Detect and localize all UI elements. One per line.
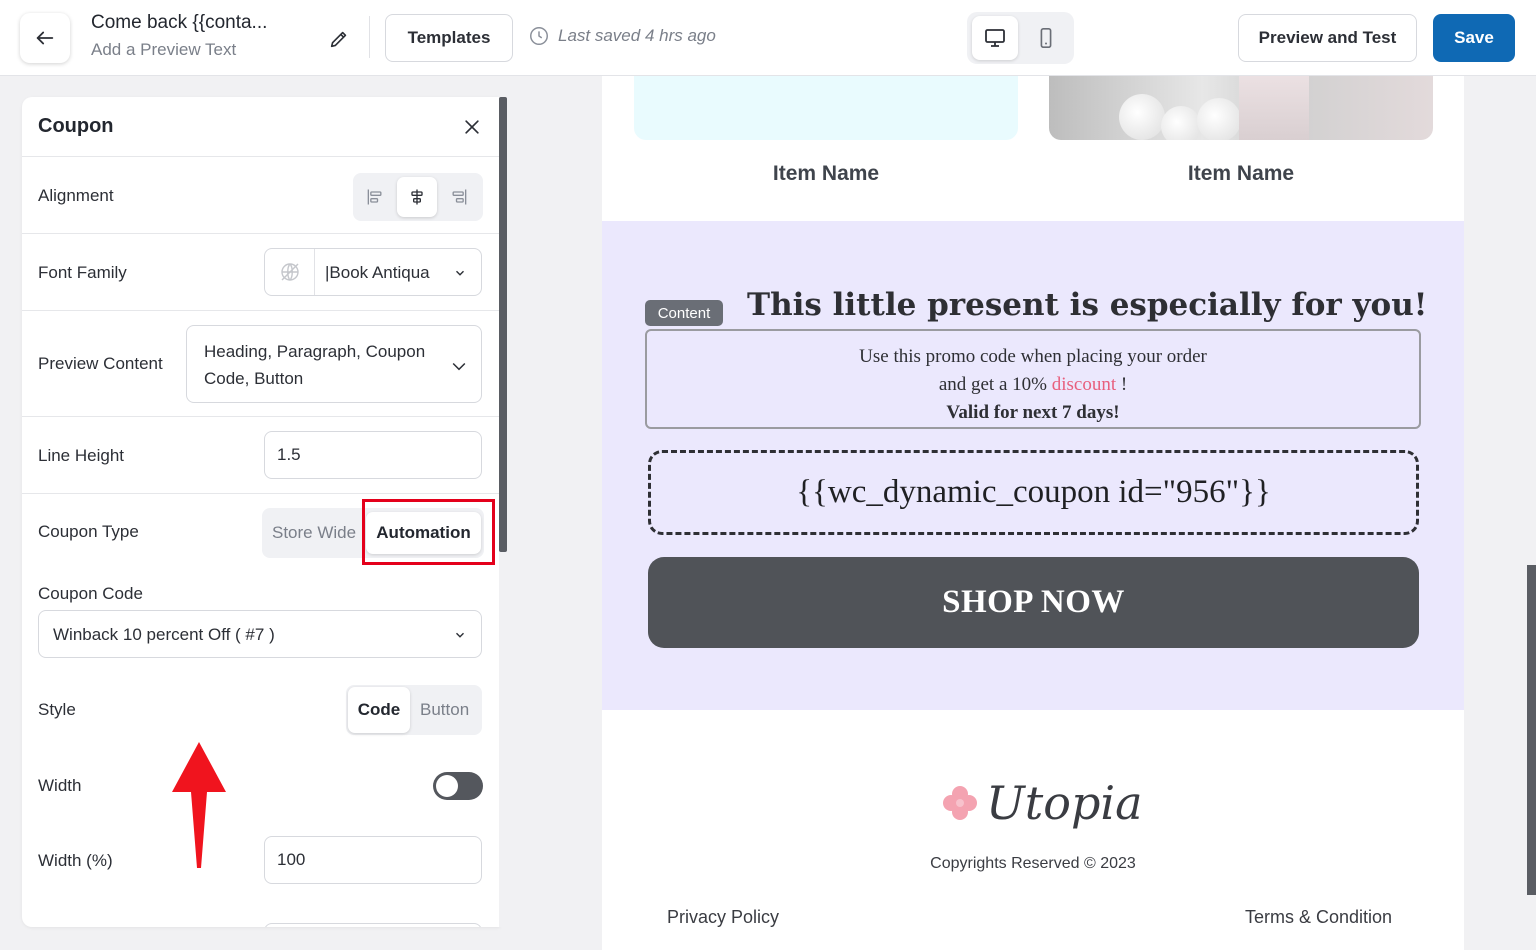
font-family-value: |Book Antiqua bbox=[325, 263, 430, 282]
line-height-input[interactable]: 1.5 bbox=[264, 431, 482, 479]
discount-link[interactable]: discount bbox=[1052, 374, 1116, 395]
terms-link[interactable]: Terms & Condition bbox=[1245, 907, 1392, 928]
arrow-left-icon bbox=[36, 31, 54, 45]
content-tag: Content bbox=[645, 300, 723, 326]
copyright-text: Copyrights Reserved © 2023 bbox=[930, 855, 1136, 872]
coupon-paragraph[interactable]: Use this promo code when placing your or… bbox=[645, 329, 1421, 429]
chevron-down-icon bbox=[456, 632, 464, 638]
item-name[interactable]: Item Name bbox=[634, 162, 1018, 186]
privacy-policy-link[interactable]: Privacy Policy bbox=[667, 907, 779, 928]
product-image[interactable] bbox=[1049, 76, 1433, 140]
toggle-knob bbox=[436, 775, 458, 797]
cotton-ball bbox=[1161, 106, 1201, 140]
last-saved-text: Last saved 4 hrs ago bbox=[558, 26, 716, 45]
preview-content-row: Preview Content Heading, Paragraph, Coup… bbox=[22, 311, 500, 417]
style-code-option[interactable]: Code bbox=[348, 687, 410, 733]
divider bbox=[369, 16, 370, 58]
align-right-icon bbox=[452, 189, 467, 205]
alignment-label: Alignment bbox=[38, 186, 114, 205]
alignment-row: Alignment bbox=[22, 157, 500, 234]
width-percent-label: Width (%) bbox=[38, 851, 113, 870]
align-center-icon bbox=[411, 189, 423, 205]
save-button[interactable]: Save bbox=[1433, 14, 1515, 62]
campaign-title[interactable]: Come back {{conta... bbox=[91, 12, 267, 34]
clock-icon bbox=[530, 27, 548, 45]
coupon-code-box[interactable]: {{wc_dynamic_coupon id="956"}} bbox=[648, 450, 1419, 535]
brand-name: Utopia bbox=[986, 776, 1143, 830]
align-right-button[interactable] bbox=[439, 177, 479, 217]
preview-content-select[interactable]: Heading, Paragraph, Coupon Code, Button bbox=[186, 325, 482, 403]
panel-title: Coupon bbox=[38, 115, 114, 137]
chevron-down-icon bbox=[456, 270, 464, 276]
next-field-input[interactable] bbox=[264, 923, 482, 927]
item-name[interactable]: Item Name bbox=[1049, 162, 1433, 186]
font-family-row: Font Family |Book Antiqua bbox=[22, 234, 500, 311]
line-height-row: Line Height 1.5 bbox=[22, 417, 500, 494]
width-toggle[interactable] bbox=[433, 772, 483, 800]
top-bar: Come back {{conta... Add a Preview Text … bbox=[0, 0, 1536, 76]
desktop-view-button[interactable] bbox=[972, 16, 1018, 60]
font-family-text: Book Antiqua bbox=[329, 263, 430, 282]
font-family-select[interactable]: |Book Antiqua bbox=[264, 248, 482, 296]
mobile-icon bbox=[1040, 28, 1052, 48]
paragraph-line: Use this promo code when placing your or… bbox=[859, 346, 1207, 367]
highlight-annotation bbox=[362, 499, 495, 565]
coupon-settings-panel: Coupon Alignment Font Family |Book Antiq… bbox=[22, 97, 500, 927]
style-button-option[interactable]: Button bbox=[420, 700, 469, 720]
templates-button[interactable]: Templates bbox=[385, 14, 513, 62]
font-web-toggle[interactable] bbox=[265, 249, 315, 295]
campaign-title-block: Come back {{conta... Add a Preview Text bbox=[91, 12, 267, 60]
pencil-icon bbox=[330, 31, 347, 48]
mobile-view-button[interactable] bbox=[1023, 16, 1069, 60]
preview-content-label: Preview Content bbox=[38, 354, 163, 373]
preview-text[interactable]: Add a Preview Text bbox=[91, 40, 267, 60]
product-image[interactable] bbox=[634, 76, 1018, 140]
coupon-heading[interactable]: This little present is especially for yo… bbox=[747, 287, 1427, 323]
coupon-code-label: Coupon Code bbox=[38, 584, 143, 603]
alignment-control bbox=[353, 173, 483, 221]
paragraph-line: Valid for next 7 days! bbox=[946, 402, 1120, 423]
cotton-ball bbox=[1197, 98, 1241, 140]
preview-and-test-button[interactable]: Preview and Test bbox=[1238, 14, 1417, 62]
panel-header: Coupon bbox=[22, 97, 500, 157]
device-toggle bbox=[967, 12, 1074, 64]
width-percent-input[interactable]: 100 bbox=[264, 836, 482, 884]
product-jar bbox=[1239, 76, 1309, 140]
cotton-ball bbox=[1119, 94, 1165, 140]
back-button[interactable] bbox=[20, 13, 70, 63]
store-wide-option[interactable]: Store Wide bbox=[272, 523, 356, 543]
last-saved-status: Last saved 4 hrs ago bbox=[528, 25, 716, 47]
email-canvas: Item Name Item Name Content This little … bbox=[602, 76, 1464, 950]
style-control: Code Button bbox=[346, 685, 482, 735]
font-family-label: Font Family bbox=[38, 263, 127, 282]
preview-content-value: Heading, Paragraph, Coupon Code, Button bbox=[204, 342, 426, 388]
align-left-icon bbox=[367, 189, 382, 205]
red-arrow-annotation bbox=[172, 742, 226, 868]
align-center-button[interactable] bbox=[397, 177, 437, 217]
close-panel-button[interactable] bbox=[458, 113, 486, 141]
close-icon bbox=[465, 120, 479, 134]
paragraph-line: and get a 10% discount ! bbox=[938, 374, 1128, 395]
panel-scrollbar-thumb[interactable] bbox=[499, 97, 507, 552]
style-label: Style bbox=[38, 700, 76, 719]
clover-icon bbox=[943, 786, 977, 820]
globe-disabled-icon bbox=[280, 263, 299, 281]
shop-now-button[interactable]: SHOP NOW bbox=[648, 557, 1419, 648]
canvas-scrollbar-thumb[interactable] bbox=[1527, 565, 1536, 895]
brand-logo[interactable]: Utopia bbox=[938, 776, 1143, 830]
chevron-down-icon bbox=[452, 362, 466, 371]
desktop-icon bbox=[985, 29, 1005, 47]
coupon-code-select[interactable]: Winback 10 percent Off ( #7 ) bbox=[38, 610, 482, 658]
edit-title-button[interactable] bbox=[322, 22, 356, 56]
line-height-label: Line Height bbox=[38, 446, 125, 465]
coupon-code-value: Winback 10 percent Off ( #7 ) bbox=[53, 625, 275, 644]
coupon-type-label: Coupon Type bbox=[38, 522, 139, 541]
width-label: Width bbox=[38, 776, 82, 795]
align-left-button[interactable] bbox=[355, 177, 395, 217]
coupon-block[interactable]: Content This little present is especiall… bbox=[602, 221, 1464, 710]
